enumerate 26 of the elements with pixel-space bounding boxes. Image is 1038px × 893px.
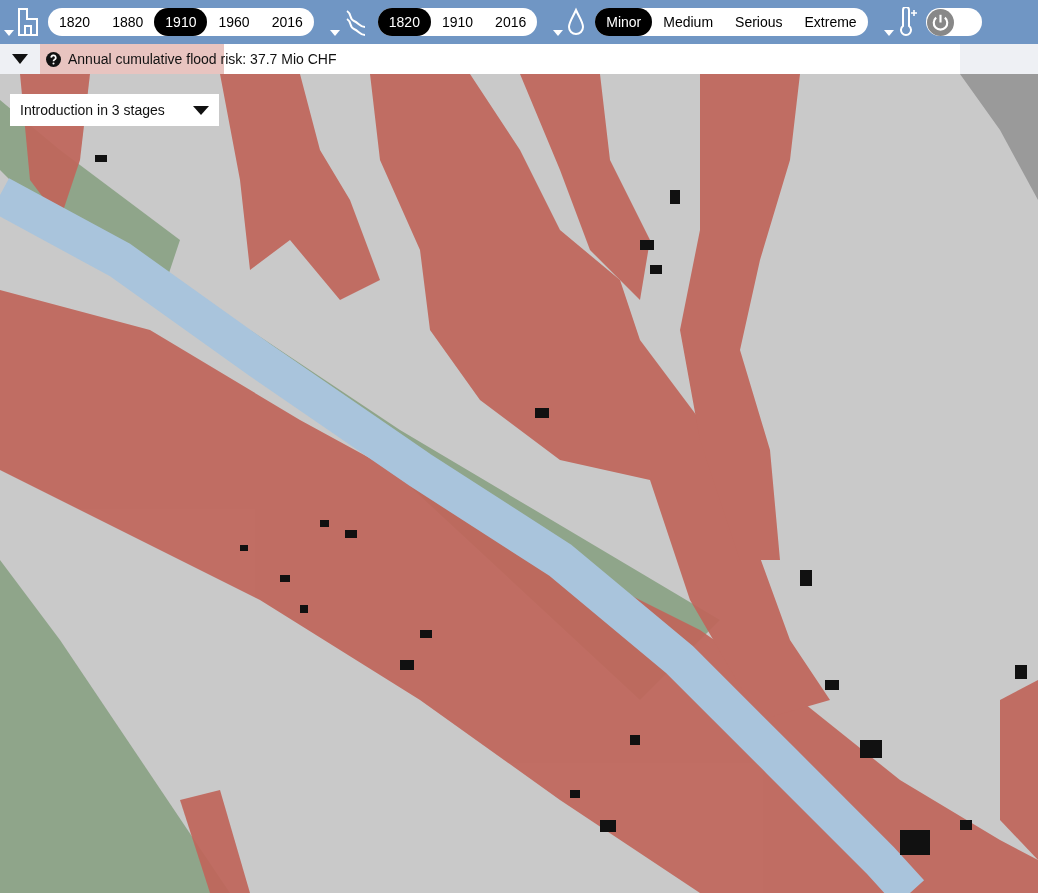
segment-option[interactable]: Minor: [595, 8, 653, 36]
dropdown-caret-icon[interactable]: [4, 30, 14, 36]
intro-dropdown[interactable]: Introduction in 3 stages: [10, 94, 219, 126]
dropdown-caret-icon[interactable]: [553, 30, 564, 36]
segment-option[interactable]: 2016: [260, 8, 314, 36]
building-icon: [17, 7, 39, 37]
droplet-icon: [566, 7, 587, 37]
segment-option[interactable]: 1910: [430, 8, 485, 36]
segment-option[interactable]: Extreme: [793, 8, 868, 36]
segment-option[interactable]: 1820: [377, 8, 431, 36]
segment-option[interactable]: 1820: [48, 8, 102, 36]
flood-map-drawing[interactable]: [0, 74, 1038, 893]
caret-icon: [193, 105, 209, 115]
segment-option[interactable]: 2016: [484, 8, 538, 36]
flood-risk-text: Annual cumulative flood risk: 37.7 Mio CHF: [68, 49, 337, 69]
dropdown-caret-icon[interactable]: [329, 30, 340, 36]
power-icon: [926, 8, 954, 36]
segment-option[interactable]: Medium: [652, 8, 725, 36]
help-icon[interactable]: [46, 51, 61, 67]
segment-option[interactable]: Serious: [724, 8, 794, 36]
segment-option[interactable]: 1910: [154, 8, 208, 36]
segment-option[interactable]: 1880: [101, 8, 155, 36]
collapse-caret-icon[interactable]: [12, 54, 28, 64]
power-toggle[interactable]: [925, 8, 982, 36]
dropdown-caret-icon[interactable]: [883, 30, 894, 36]
segment-option[interactable]: 1960: [207, 8, 261, 36]
